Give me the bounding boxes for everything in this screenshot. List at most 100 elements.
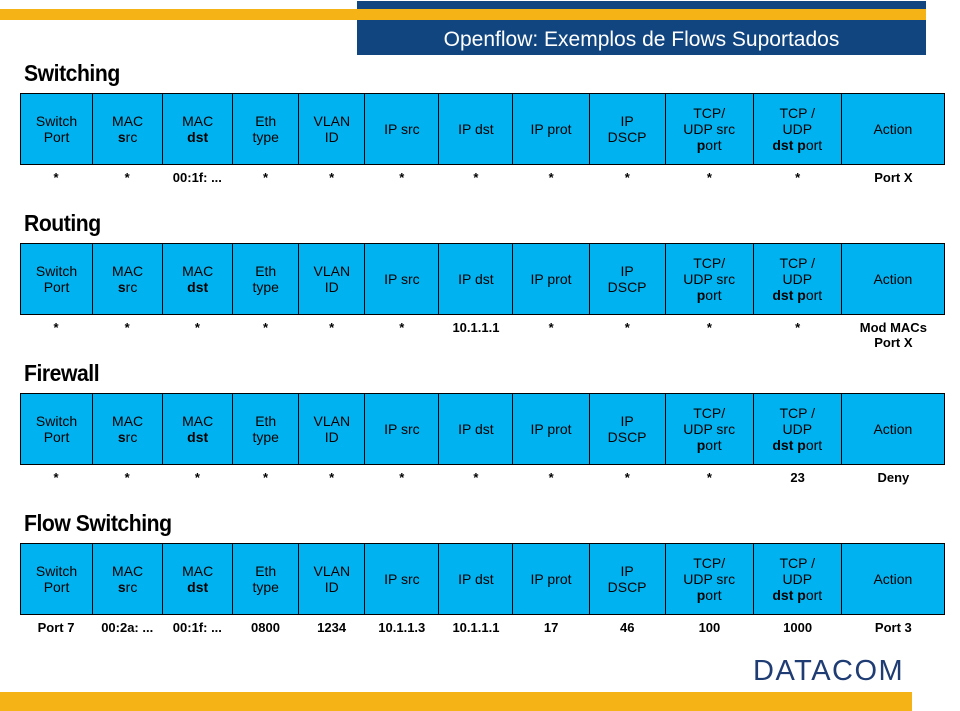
col-line2: UDP src	[683, 421, 736, 437]
col-line3-prefix: dst p	[772, 137, 806, 153]
col-line3-prefix: dst p	[772, 587, 806, 603]
cell-action: Port X	[842, 165, 945, 185]
flow-values-firewall: * * * * * * * * * * 23 Deny	[20, 465, 945, 485]
col-line1: IP src	[384, 121, 420, 137]
col-line1: IP	[620, 563, 634, 579]
col-line1: IP prot	[530, 571, 572, 587]
col-line3-rest: ort	[705, 437, 722, 453]
col-line2: Port	[43, 579, 70, 595]
col-switch-port: Switch Port	[19, 243, 94, 315]
col-ip-dscp: IP DSCP	[588, 543, 666, 615]
cell-action: Mod MACs Port X	[842, 315, 945, 350]
col-eth-type: Eth type	[232, 393, 300, 465]
col-line2: Port	[43, 279, 70, 295]
col-mac-src: MAC src	[92, 393, 164, 465]
cell-ip-dscp: 46	[620, 620, 635, 635]
flow-values-switching: * * 00:1f: ... * * * * * * * * Port X	[20, 165, 945, 185]
col-line1: VLAN	[313, 563, 351, 579]
flow-table-header-routing: Switch Port MAC src MAC dst Eth type VLAN ID …	[19, 243, 946, 315]
col-line3-prefix: p	[696, 287, 706, 303]
col-ip-src: IP src	[364, 543, 440, 615]
section-title-switching: Switching	[24, 60, 120, 86]
col-eth-type: Eth type	[232, 93, 300, 165]
datacom-logo: DATACOM	[753, 655, 905, 687]
col-line1: Action	[873, 421, 913, 437]
flow-values-routing: * * * * * * 10.1.1.1 * * * * Mod MACs Por…	[20, 315, 945, 350]
col-line2: UDP	[782, 121, 813, 137]
col-line1: TCP /	[779, 555, 816, 571]
table-header-row: Switch Port MAC src MAC dst Eth type VLAN ID …	[19, 243, 946, 315]
col-line2-prefix: s	[117, 429, 126, 445]
cell-ip-dscp: *	[624, 320, 630, 335]
cell-mac-src: *	[124, 320, 130, 335]
col-line2: DSCP	[607, 279, 647, 295]
flow-table-header-flow-switching: Switch Port MAC src MAC dst Eth type VLAN ID …	[19, 543, 946, 615]
col-line1: IP dst	[458, 121, 494, 137]
cell-ip-dscp: *	[624, 170, 630, 185]
action-line1: Port 3	[874, 620, 912, 635]
cell-mac-src: *	[124, 170, 130, 185]
col-line2-prefix: s	[117, 579, 126, 595]
action-line1: Deny	[877, 470, 910, 485]
cell-ip-src: 10.1.1.3	[378, 620, 426, 635]
col-line1: TCP/	[693, 255, 726, 271]
cell-switch-port: Port 7	[37, 620, 75, 635]
col-line2: DSCP	[607, 579, 647, 595]
col-action: Action	[840, 93, 946, 165]
action-line2: Port X	[874, 335, 913, 350]
col-eth-type: Eth type	[232, 543, 300, 615]
col-ip-src: IP src	[364, 393, 440, 465]
cell-tcp-udp-src-port: *	[706, 170, 712, 185]
col-line2: DSCP	[607, 429, 647, 445]
col-line1: IP src	[384, 571, 420, 587]
col-line2-rest: rc	[125, 579, 138, 595]
cell-eth-type: *	[262, 320, 269, 335]
col-ip-dst: IP dst	[438, 543, 514, 615]
cell-ip-src: *	[399, 320, 405, 335]
col-mac-src: MAC src	[92, 543, 164, 615]
col-vlan-id: VLAN ID	[298, 543, 366, 615]
col-line1: IP	[620, 263, 634, 279]
col-vlan-id: VLAN ID	[298, 243, 366, 315]
col-line3-rest: ort	[705, 287, 722, 303]
col-line2: Port	[43, 429, 70, 445]
col-line3-prefix: dst p	[772, 287, 806, 303]
col-line1: Action	[873, 271, 913, 287]
col-switch-port: Switch Port	[19, 93, 94, 165]
col-tcp-udp-dst-port: TCP / UDP dst port	[752, 243, 842, 315]
col-line2: UDP	[782, 571, 813, 587]
col-mac-dst: MAC dst	[162, 393, 234, 465]
col-line3-rest: ort	[805, 437, 823, 453]
cell-ip-dscp: *	[624, 470, 630, 485]
col-line1: IP src	[384, 421, 420, 437]
col-ip-prot: IP prot	[512, 393, 590, 465]
col-line1: Switch	[35, 263, 78, 279]
table-header-row: Switch Port MAC src MAC dst Eth type VLAN ID …	[19, 93, 946, 165]
col-line2: UDP src	[683, 271, 736, 287]
col-line1: TCP /	[779, 105, 816, 121]
col-line2: ID	[324, 429, 339, 445]
table-header-row: Switch Port MAC src MAC dst Eth type VLAN ID …	[19, 393, 946, 465]
cell-action: Deny	[842, 465, 945, 485]
section-title-flow-switching: Flow Switching	[24, 510, 172, 536]
col-action: Action	[840, 393, 946, 465]
cell-switch-port: *	[53, 470, 59, 485]
col-line1: IP dst	[458, 421, 494, 437]
col-ip-prot: IP prot	[512, 93, 590, 165]
cell-switch-port: *	[53, 320, 59, 335]
cell-ip-prot: 17	[543, 620, 559, 635]
cell-mac-dst: 00:1f: ...	[172, 170, 222, 185]
col-line1: IP prot	[530, 121, 572, 137]
col-vlan-id: VLAN ID	[298, 93, 366, 165]
col-ip-dst: IP dst	[438, 93, 514, 165]
col-tcp-udp-dst-port: TCP / UDP dst port	[752, 93, 842, 165]
col-ip-dst: IP dst	[438, 393, 514, 465]
col-line2: Port	[43, 129, 70, 145]
col-line3-prefix: p	[696, 137, 706, 153]
col-mac-dst: MAC dst	[162, 93, 234, 165]
flow-table-header-switching: Switch Port MAC src MAC dst Eth type VLAN ID …	[19, 93, 946, 165]
col-line2-prefix: s	[117, 279, 126, 295]
cell-tcp-udp-src-port: *	[706, 320, 712, 335]
col-line1: Switch	[35, 563, 78, 579]
cell-eth-type: *	[262, 170, 269, 185]
